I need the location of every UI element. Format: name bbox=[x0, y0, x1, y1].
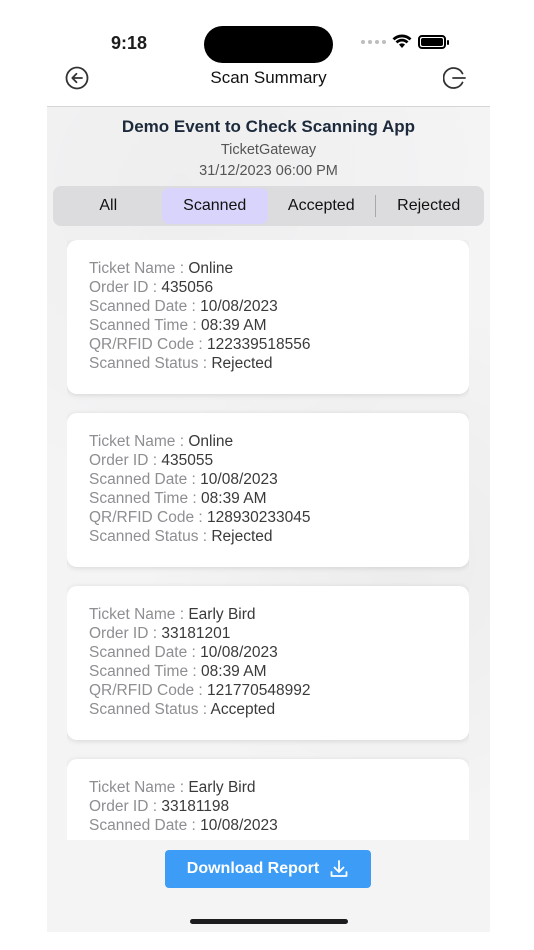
event-header: Demo Event to Check Scanning App TicketG… bbox=[47, 116, 490, 180]
nav-divider bbox=[47, 106, 490, 107]
ticket-name-row: Ticket Name : Online bbox=[89, 433, 234, 450]
ticket-name-row: Ticket Name : Online bbox=[89, 260, 234, 277]
qr-code-row: QR/RFID Code : 128930233045 bbox=[89, 509, 311, 526]
scanned-date-row: Scanned Date : 10/08/2023 bbox=[89, 817, 278, 834]
order-id-row: Order ID : 435056 bbox=[89, 279, 214, 296]
tab-all[interactable]: All bbox=[55, 188, 162, 224]
qr-code-row: QR/RFID Code : 121770548992 bbox=[89, 682, 311, 699]
tab-label: Accepted bbox=[287, 197, 355, 214]
download-icon bbox=[330, 860, 348, 877]
ticket-name-row: Ticket Name : Early Bird bbox=[89, 779, 256, 796]
home-indicator[interactable] bbox=[190, 919, 348, 924]
scanned-time-row: Scanned Time : 08:39 AM bbox=[89, 490, 267, 507]
event-name: Demo Event to Check Scanning App bbox=[121, 117, 416, 136]
scanned-status-row: Scanned Status : Accepted bbox=[89, 701, 276, 718]
order-id-row: Order ID : 33181198 bbox=[89, 798, 230, 815]
dynamic-island bbox=[204, 26, 333, 63]
tab-label: All bbox=[99, 197, 118, 214]
app-screen: 9:18 Scan Summary Demo Event to Check Sc… bbox=[47, 0, 490, 932]
battery-icon bbox=[418, 34, 449, 49]
scanned-date-row: Scanned Date : 10/08/2023 bbox=[89, 298, 278, 315]
order-id-row: Order ID : 435055 bbox=[89, 452, 214, 469]
logout-button[interactable] bbox=[443, 66, 467, 90]
tab-scanned[interactable]: Scanned bbox=[161, 188, 268, 224]
scanned-status-row: Scanned Status : Rejected bbox=[89, 355, 273, 372]
tab-label: Rejected bbox=[397, 197, 461, 214]
ticket-name-row: Ticket Name : Early Bird bbox=[89, 606, 256, 623]
ticket-card: Ticket Name : Online Order ID : 435056 S… bbox=[67, 240, 469, 394]
wifi-icon bbox=[392, 34, 412, 48]
scanned-time-row: Scanned Time : 08:39 AM bbox=[89, 663, 267, 680]
status-icons bbox=[361, 34, 449, 49]
tab-accepted[interactable]: Accepted bbox=[268, 188, 375, 224]
footer-area: Download Report bbox=[47, 840, 490, 932]
filter-tabs: All Scanned Accepted Rejected bbox=[53, 186, 484, 226]
ticket-card: Ticket Name : Early Bird Order ID : 3318… bbox=[67, 586, 469, 740]
page-title: Scan Summary bbox=[210, 68, 327, 87]
ticket-card: Ticket Name : Online Order ID : 435055 S… bbox=[67, 413, 469, 567]
event-datetime: 31/12/2023 06:00 PM bbox=[199, 163, 338, 179]
signal-icon bbox=[361, 39, 386, 44]
scanned-date-row: Scanned Date : 10/08/2023 bbox=[89, 471, 278, 488]
download-report-label: Download Report bbox=[186, 860, 320, 877]
scanned-date-row: Scanned Date : 10/08/2023 bbox=[89, 644, 278, 661]
download-report-button[interactable]: Download Report bbox=[165, 850, 371, 888]
event-organizer: TicketGateway bbox=[220, 142, 317, 158]
tab-rejected[interactable]: Rejected bbox=[376, 188, 483, 224]
qr-code-row: QR/RFID Code : 122339518556 bbox=[89, 336, 311, 353]
ticket-list[interactable]: Ticket Name : Online Order ID : 435056 S… bbox=[67, 240, 469, 840]
tab-label: Scanned bbox=[183, 197, 247, 214]
scanned-time-row: Scanned Time : 08:39 AM bbox=[89, 317, 267, 334]
order-id-row: Order ID : 33181201 bbox=[89, 625, 231, 642]
ticket-card: Ticket Name : Early Bird Order ID : 3318… bbox=[67, 759, 469, 840]
scanned-status-row: Scanned Status : Rejected bbox=[89, 528, 273, 545]
status-time: 9:18 bbox=[111, 33, 148, 53]
